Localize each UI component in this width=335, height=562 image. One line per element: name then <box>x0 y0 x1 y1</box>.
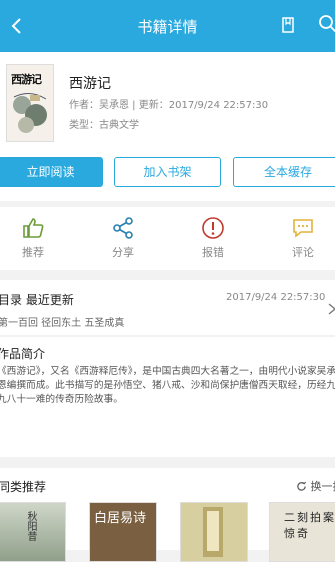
action-buttons: 立即阅读 加入书架 全本缓存 <box>0 147 335 201</box>
book-title: 西游记 <box>69 73 111 93</box>
chevron-right-icon <box>327 302 335 316</box>
top-bar: 书籍详情 <box>0 0 335 52</box>
comment-action[interactable]: 评论 <box>273 207 333 270</box>
book-type: 类型：古典文学 <box>69 116 139 131</box>
similar-book-3[interactable] <box>180 502 248 562</box>
table-of-contents-row[interactable]: 目录 最近更新 2017/9/24 22:57:30 第一百回 径回东土 五圣成… <box>0 280 335 335</box>
book-cover-art <box>181 503 247 561</box>
similar-heading: 同类推荐 <box>0 478 46 495</box>
latest-chapter[interactable]: 第一百回 径回东土 五圣成真 <box>0 314 124 329</box>
bookmark-icon[interactable] <box>282 17 294 33</box>
comment-label: 评论 <box>273 244 333 260</box>
share-label: 分享 <box>93 244 153 260</box>
thumbs-up-icon <box>21 216 45 240</box>
report-error-action[interactable]: 报错 <box>183 207 243 270</box>
similar-book-1[interactable]: 秋阳昔 <box>0 502 66 562</box>
search-icon[interactable] <box>318 14 335 34</box>
toc-update-date: 2017/9/24 22:57:30 <box>226 292 325 303</box>
similar-books-section: 同类推荐 换一批 秋阳昔 白居易诗 二刻拍案惊奇 <box>0 468 335 550</box>
synopsis-section: 作品简介 《西游记》，又名《西游释厄传》，是中国古典四大名著之一，由明代小说家吴… <box>0 337 335 457</box>
book-cover[interactable]: 西游记 <box>6 64 54 142</box>
alert-icon <box>201 216 225 240</box>
add-to-shelf-button[interactable]: 加入书架 <box>114 157 221 187</box>
recommend-label: 推荐 <box>3 244 63 260</box>
read-now-button[interactable]: 立即阅读 <box>0 157 103 187</box>
refresh-icon <box>296 481 307 492</box>
synopsis-heading: 作品简介 <box>0 345 45 362</box>
toc-label: 目录 最近更新 <box>0 291 74 308</box>
share-action[interactable]: 分享 <box>93 207 153 270</box>
share-icon <box>111 216 135 240</box>
recommend-action[interactable]: 推荐 <box>3 207 63 270</box>
similar-book-4[interactable]: 二刻拍案惊奇 <box>269 502 335 562</box>
cover-illustration <box>10 87 50 137</box>
cache-full-book-button[interactable]: 全本缓存 <box>233 157 335 187</box>
social-actions: 推荐 分享 报错 评论 <box>0 207 335 270</box>
comment-icon <box>291 216 315 240</box>
book-author-update: 作者：吴承恩 | 更新：2017/9/24 22:57:30 <box>69 96 268 111</box>
synopsis-text: 《西游记》，又名《西游释厄传》，是中国古典四大名著之一，由明代小说家吴承恩编撰而… <box>0 365 335 407</box>
book-info-card: 西游记 西游记 作者：吴承恩 | 更新：2017/9/24 22:57:30 类… <box>0 52 335 147</box>
cover-title: 西游记 <box>11 71 41 87</box>
report-error-label: 报错 <box>183 244 243 260</box>
similar-book-2[interactable]: 白居易诗 <box>89 502 157 562</box>
refresh-batch-button[interactable]: 换一批 <box>296 478 335 494</box>
